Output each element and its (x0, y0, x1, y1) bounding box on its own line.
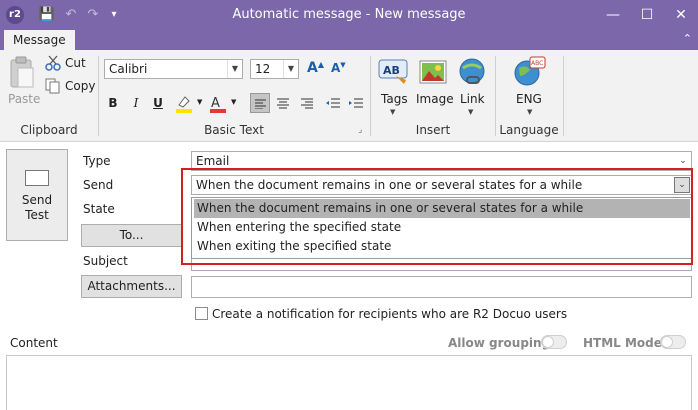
link-icon[interactable] (457, 58, 487, 88)
indent-decrease-icon[interactable] (325, 96, 341, 112)
minimize-button[interactable]: — (596, 0, 630, 30)
highlight-frame (181, 168, 693, 265)
attachments-field (191, 276, 692, 298)
send-test-button[interactable]: Send Test (6, 149, 68, 241)
window-title: Automatic message - New message (232, 7, 466, 22)
font-family-value: Calibri (109, 62, 148, 76)
envelope-icon (25, 170, 49, 186)
allow-grouping-label: Allow grouping (448, 336, 551, 350)
svg-text:AB: AB (383, 64, 400, 77)
font-color-icon[interactable]: A (208, 94, 230, 114)
grow-font-button[interactable]: A▲ (307, 60, 324, 76)
image-icon[interactable] (418, 58, 448, 88)
type-value: Email (196, 154, 230, 168)
basic-text-launcher-icon[interactable]: ⌟ (358, 125, 362, 135)
language-group-label: Language (499, 123, 559, 137)
indent-increase-icon[interactable] (348, 96, 364, 112)
chevron-down-icon[interactable]: ▼ (197, 98, 202, 106)
toggle-knob (542, 336, 554, 348)
font-size-select[interactable]: 12 ▼ (250, 59, 299, 79)
collapse-ribbon-icon[interactable]: ⌃ (683, 32, 692, 45)
maximize-button[interactable]: ☐ (630, 0, 664, 30)
tab-message[interactable]: Message (4, 30, 75, 50)
align-right-icon[interactable] (299, 96, 315, 112)
font-family-select[interactable]: Calibri ▼ (104, 59, 243, 79)
font-size-value: 12 (255, 62, 271, 76)
basic-text-group-label: Basic Text (204, 123, 264, 137)
cut-icon[interactable] (45, 55, 61, 71)
notify-checkbox[interactable] (195, 307, 208, 320)
svg-text:ABC: ABC (531, 60, 543, 67)
attachments-button[interactable]: Attachments... (81, 275, 182, 298)
chevron-down-icon[interactable]: ▼ (468, 108, 473, 116)
language-value[interactable]: ENG (516, 92, 542, 106)
italic-button[interactable]: I (126, 93, 146, 113)
chevron-down-icon[interactable]: ▼ (390, 108, 395, 116)
group-divider (98, 56, 99, 136)
bold-button[interactable]: B (103, 93, 123, 113)
link-button-label[interactable]: Link (460, 92, 485, 106)
allow-grouping-toggle[interactable] (541, 335, 567, 349)
chevron-down-icon[interactable]: ▼ (527, 108, 532, 116)
copy-button[interactable]: Copy (65, 79, 95, 93)
paste-button-label[interactable]: Paste (8, 92, 40, 106)
tags-icon[interactable]: AB (378, 58, 410, 88)
close-button[interactable]: ✕ (664, 0, 698, 30)
html-mode-toggle[interactable] (660, 335, 686, 349)
svg-text:A: A (211, 96, 220, 111)
chevron-down-icon[interactable]: ▼ (231, 98, 236, 106)
chevron-down-icon[interactable]: ▼ (283, 60, 298, 78)
content-editor[interactable] (6, 355, 692, 410)
toggle-knob (661, 336, 673, 348)
align-center-icon[interactable] (275, 96, 291, 112)
title-bar: r2 💾 ↶ ↷ ▾ Automatic message - New messa… (0, 0, 698, 30)
image-button-label[interactable]: Image (416, 92, 454, 106)
state-label: State (83, 202, 115, 216)
html-mode-label: HTML Mode (583, 336, 662, 350)
cut-button[interactable]: Cut (65, 56, 86, 70)
notify-checkbox-label: Create a notification for recipients who… (212, 307, 568, 321)
send-test-label: Send Test (21, 193, 53, 222)
ribbon: Paste Cut Copy Clipboard Calibri ▼ 12 ▼ … (0, 50, 698, 142)
shrink-font-icon: A (331, 61, 341, 75)
to-button[interactable]: To... (81, 224, 182, 247)
content-label: Content (10, 336, 58, 350)
grow-font-icon: A (307, 60, 318, 76)
align-left-icon[interactable] (250, 93, 270, 113)
ribbon-tab-strip: Message ⌃ (0, 30, 698, 50)
highlight-color-icon[interactable] (174, 94, 196, 114)
group-divider (370, 56, 371, 136)
shrink-font-button[interactable]: A▼ (331, 61, 346, 75)
clipboard-group-label: Clipboard (20, 123, 78, 137)
group-divider (563, 56, 564, 136)
subject-label: Subject (83, 254, 128, 268)
chevron-down-icon[interactable]: ▼ (227, 60, 242, 78)
send-label: Send (83, 178, 114, 192)
language-globe-icon[interactable]: ABC (514, 56, 546, 88)
copy-icon[interactable] (45, 78, 61, 94)
tags-button-label[interactable]: Tags (381, 92, 408, 106)
paste-icon[interactable] (8, 56, 36, 90)
type-label: Type (83, 154, 111, 168)
underline-button[interactable]: U (148, 93, 168, 113)
insert-group-label: Insert (415, 123, 451, 137)
